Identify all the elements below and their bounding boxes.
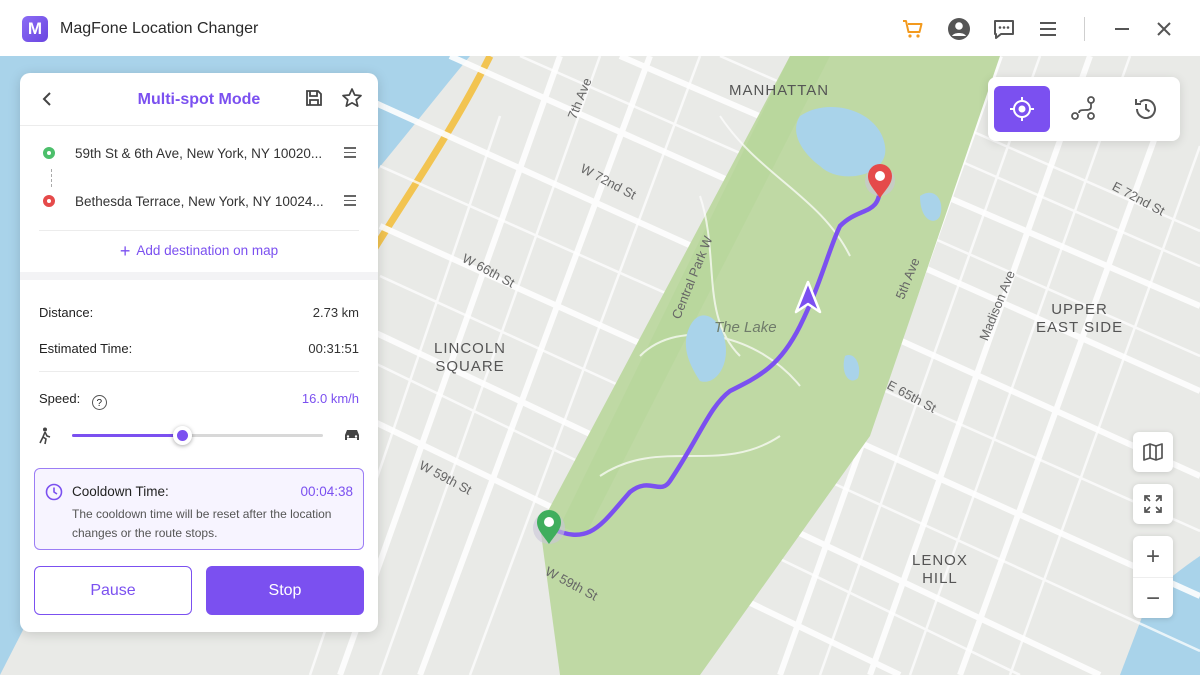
estimated-time-row: Estimated Time: 00:31:51 [39, 341, 359, 356]
map-label-line: SQUARE [435, 358, 505, 375]
favorite-star-icon[interactable] [341, 87, 363, 109]
drag-handle-icon[interactable] [344, 195, 356, 207]
help-icon[interactable]: ? [91, 395, 107, 410]
app-logo: M [22, 16, 48, 42]
map-type-button[interactable] [1133, 432, 1173, 472]
pause-button[interactable]: Pause [34, 566, 192, 615]
multi-spot-panel: Multi-spot Mode 59th St & 6th Ave, New Y… [20, 73, 378, 632]
zoom-in-button[interactable]: + [1133, 536, 1173, 577]
close-icon[interactable] [1151, 16, 1177, 42]
speed-slider-handle[interactable] [173, 426, 193, 445]
distance-row: Distance: 2.73 km [39, 305, 359, 320]
zoom-control: + − [1133, 536, 1173, 618]
cooldown-value: 00:04:38 [300, 484, 353, 499]
map-label-line: LENOX [912, 552, 968, 569]
mode-toolbar [988, 77, 1180, 141]
map-label-line: EAST SIDE [1036, 319, 1124, 336]
cart-icon[interactable] [900, 16, 926, 42]
cooldown-label: Cooldown Time: [72, 484, 169, 499]
speed-value: 16.0 km/h [301, 391, 359, 406]
distance-value: 2.73 km [312, 305, 359, 320]
add-destination-label: Add destination on map [136, 243, 279, 258]
plus-icon: + [119, 241, 131, 261]
clock-icon [45, 483, 63, 501]
fullscreen-button[interactable] [1133, 484, 1173, 524]
map-label-line: HILL [922, 570, 958, 587]
panel-header: Multi-spot Mode [20, 73, 378, 125]
section-separator [20, 272, 378, 280]
account-icon[interactable] [946, 16, 972, 42]
speed-slider[interactable] [72, 426, 323, 445]
route-stop-end[interactable]: Bethesda Terrace, New York, NY 10024... [40, 191, 360, 215]
walk-icon [38, 427, 52, 445]
stats-divider [39, 371, 359, 372]
route-icon [1071, 96, 1095, 120]
cooldown-description: The cooldown time will be reset after th… [72, 507, 332, 540]
save-icon[interactable] [304, 88, 324, 108]
route-stop-address: 59th St & 6th Ave, New York, NY 10020... [75, 146, 323, 161]
add-destination-button[interactable]: + Add destination on map [20, 241, 378, 262]
map-label-upper-east-side: UPPER EAST SIDE [1036, 301, 1123, 337]
history-button[interactable] [1118, 86, 1174, 132]
zoom-out-button[interactable]: − [1133, 577, 1173, 619]
header-divider [20, 125, 378, 126]
start-point-icon [43, 147, 55, 159]
expand-icon [1144, 495, 1162, 513]
route-connector [51, 169, 52, 187]
minimize-icon[interactable] [1109, 16, 1135, 42]
estimated-time-value: 00:31:51 [308, 341, 359, 356]
route-stop-start[interactable]: 59th St & 6th Ave, New York, NY 10020... [40, 143, 360, 167]
map-icon [1143, 443, 1163, 461]
distance-label: Distance: [39, 305, 94, 320]
map-label-lincoln-square: LINCOLN SQUARE [434, 340, 506, 376]
app-title: MagFone Location Changer [60, 20, 259, 37]
title-bar: M MagFone Location Changer [0, 0, 1200, 56]
map-label-manhattan: MANHATTAN [729, 82, 830, 99]
multi-spot-mode-button[interactable] [1056, 86, 1112, 132]
speed-label: Speed: [39, 391, 81, 406]
target-icon [1010, 97, 1034, 121]
speed-slider-fill [72, 434, 183, 437]
map-label-line: LINCOLN [434, 340, 507, 357]
stop-button[interactable]: Stop [206, 566, 364, 615]
estimated-time-label: Estimated Time: [39, 341, 133, 356]
route-divider [39, 230, 359, 231]
history-icon [1135, 99, 1156, 119]
chat-icon[interactable] [991, 16, 1017, 42]
end-point-icon [43, 195, 55, 207]
cooldown-box: Cooldown Time: 00:04:38 The cooldown tim… [34, 468, 364, 550]
map-label-line: UPPER [1051, 301, 1108, 318]
map-label-the-lake: The Lake [714, 319, 777, 336]
panel-title: Multi-spot Mode [137, 91, 261, 108]
teleport-mode-button[interactable] [994, 86, 1050, 132]
route-stop-address: Bethesda Terrace, New York, NY 10024... [75, 194, 324, 209]
titlebar-divider [1084, 17, 1085, 41]
map-label-lenox-hill: LENOX HILL [912, 552, 968, 588]
drag-handle-icon[interactable] [344, 147, 356, 159]
menu-icon[interactable] [1035, 16, 1061, 42]
car-icon [343, 427, 361, 443]
